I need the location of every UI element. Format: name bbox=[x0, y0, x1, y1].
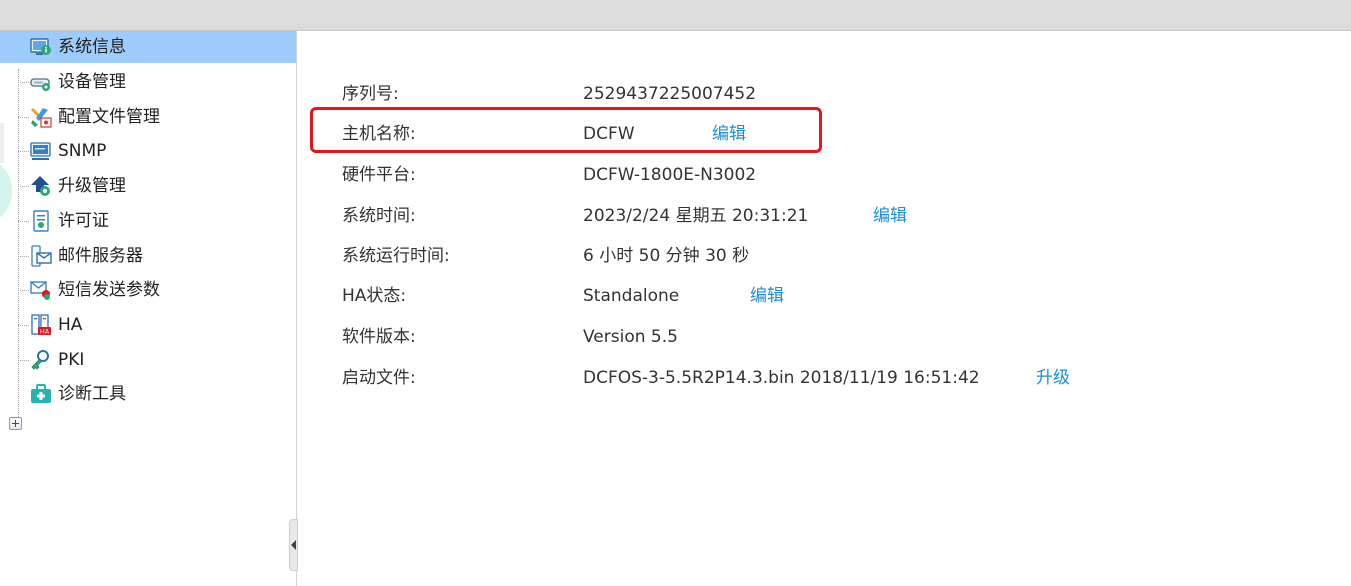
sidebar-item-sms-parameters[interactable]: 短信发送参数 bbox=[0, 274, 296, 306]
ha-status-edit-link[interactable]: 编辑 bbox=[750, 284, 784, 308]
sidebar-collapse-handle[interactable] bbox=[289, 519, 298, 571]
system-time-value: 2023/2/24 星期五 20:31:21 bbox=[583, 206, 809, 226]
config-file-icon bbox=[30, 106, 52, 128]
hostname-edit-link[interactable]: 编辑 bbox=[712, 122, 746, 146]
system-time-label: 系统时间: bbox=[342, 206, 416, 226]
software-version-label: 软件版本: bbox=[342, 327, 416, 347]
uptime-value: 6 小时 50 分钟 30 秒 bbox=[583, 246, 750, 266]
sidebar-item-label: SNMP bbox=[58, 141, 107, 161]
collapse-arrow-icon bbox=[291, 540, 296, 550]
ha-icon: HA bbox=[30, 314, 52, 336]
boot-file-upgrade-link[interactable]: 升级 bbox=[1036, 366, 1070, 390]
sidebar-item-mail-server[interactable]: 邮件服务器 bbox=[0, 240, 296, 272]
hardware-label: 硬件平台: bbox=[342, 165, 416, 185]
info-row-boot-file: 启动文件: DCFOS-3-5.5R2P14.3.bin 2018/11/19 … bbox=[298, 366, 1298, 390]
sidebar-item-label: 许可证 bbox=[58, 211, 109, 231]
sidebar-item-config-file-management[interactable]: 配置文件管理 bbox=[0, 101, 296, 133]
system-time-edit-link[interactable]: 编辑 bbox=[873, 204, 907, 228]
info-row-software-version: 软件版本: Version 5.5 bbox=[298, 325, 1298, 349]
snmp-icon bbox=[30, 140, 52, 162]
top-bar bbox=[0, 0, 1351, 31]
system-info-panel: 序列号: 2529437225007452 主机名称: DCFW 编辑 硬件平台… bbox=[298, 32, 1351, 586]
diagnostic-toolbox-icon bbox=[30, 383, 52, 405]
sidebar-item-label: 诊断工具 bbox=[58, 384, 126, 404]
sidebar-item-license[interactable]: 许可证 bbox=[0, 205, 296, 237]
sidebar-item-label: 邮件服务器 bbox=[58, 246, 143, 266]
sidebar-item-label: HA bbox=[58, 315, 83, 335]
svg-text:HA: HA bbox=[40, 328, 50, 336]
ha-status-label: HA状态: bbox=[342, 286, 407, 306]
uptime-label: 系统运行时间: bbox=[342, 246, 450, 266]
hardware-value: DCFW-1800E-N3002 bbox=[583, 165, 757, 185]
sidebar-item-label: 短信发送参数 bbox=[58, 280, 160, 300]
sidebar-item-diagnostic-tools[interactable]: 诊断工具 bbox=[0, 378, 296, 410]
mail-server-icon bbox=[30, 245, 52, 267]
boot-file-value: DCFOS-3-5.5R2P14.3.bin 2018/11/19 16:51:… bbox=[583, 368, 980, 388]
pki-key-icon bbox=[30, 349, 52, 371]
upgrade-icon bbox=[30, 175, 52, 197]
hostname-label: 主机名称: bbox=[342, 124, 416, 144]
sidebar-item-label: 系统信息 bbox=[58, 37, 126, 57]
serial-label: 序列号: bbox=[342, 84, 399, 104]
sidebar-item-pki[interactable]: PKI bbox=[0, 344, 296, 376]
software-version-value: Version 5.5 bbox=[583, 327, 678, 347]
sidebar-item-device-management[interactable]: 设备管理 bbox=[0, 66, 296, 98]
info-row-uptime: 系统运行时间: 6 小时 50 分钟 30 秒 bbox=[298, 244, 1298, 268]
sidebar-item-label: PKI bbox=[58, 350, 85, 370]
hostname-value: DCFW bbox=[583, 124, 635, 144]
info-row-hardware: 硬件平台: DCFW-1800E-N3002 bbox=[298, 163, 1298, 187]
sidebar-item-label: 配置文件管理 bbox=[58, 107, 160, 127]
info-row-serial: 序列号: 2529437225007452 bbox=[298, 82, 1298, 106]
info-row-ha-status: HA状态: Standalone 编辑 bbox=[298, 284, 1298, 308]
sidebar-item-label: 设备管理 bbox=[58, 72, 126, 92]
system-info-icon bbox=[30, 36, 52, 58]
sidebar-item-system-info[interactable]: 系统信息 bbox=[0, 31, 296, 63]
expand-toggle[interactable] bbox=[9, 417, 22, 430]
serial-value: 2529437225007452 bbox=[583, 84, 757, 104]
info-row-hostname: 主机名称: DCFW 编辑 bbox=[298, 122, 1298, 146]
sidebar-tree: 系统信息 设备管理 配置文件管理 SNMP 升级管理 许可证 邮件服务器 短信发… bbox=[0, 31, 298, 586]
license-icon bbox=[30, 210, 52, 232]
sidebar-item-ha[interactable]: HA HA bbox=[0, 309, 296, 341]
boot-file-label: 启动文件: bbox=[342, 368, 416, 388]
sms-icon bbox=[30, 279, 52, 301]
sidebar-item-snmp[interactable]: SNMP bbox=[0, 135, 296, 167]
ha-status-value: Standalone bbox=[583, 286, 680, 306]
sidebar-item-label: 升级管理 bbox=[58, 176, 126, 196]
device-manage-icon bbox=[30, 71, 52, 93]
info-row-system-time: 系统时间: 2023/2/24 星期五 20:31:21 编辑 bbox=[298, 204, 1298, 228]
sidebar-item-upgrade-management[interactable]: 升级管理 bbox=[0, 170, 296, 202]
